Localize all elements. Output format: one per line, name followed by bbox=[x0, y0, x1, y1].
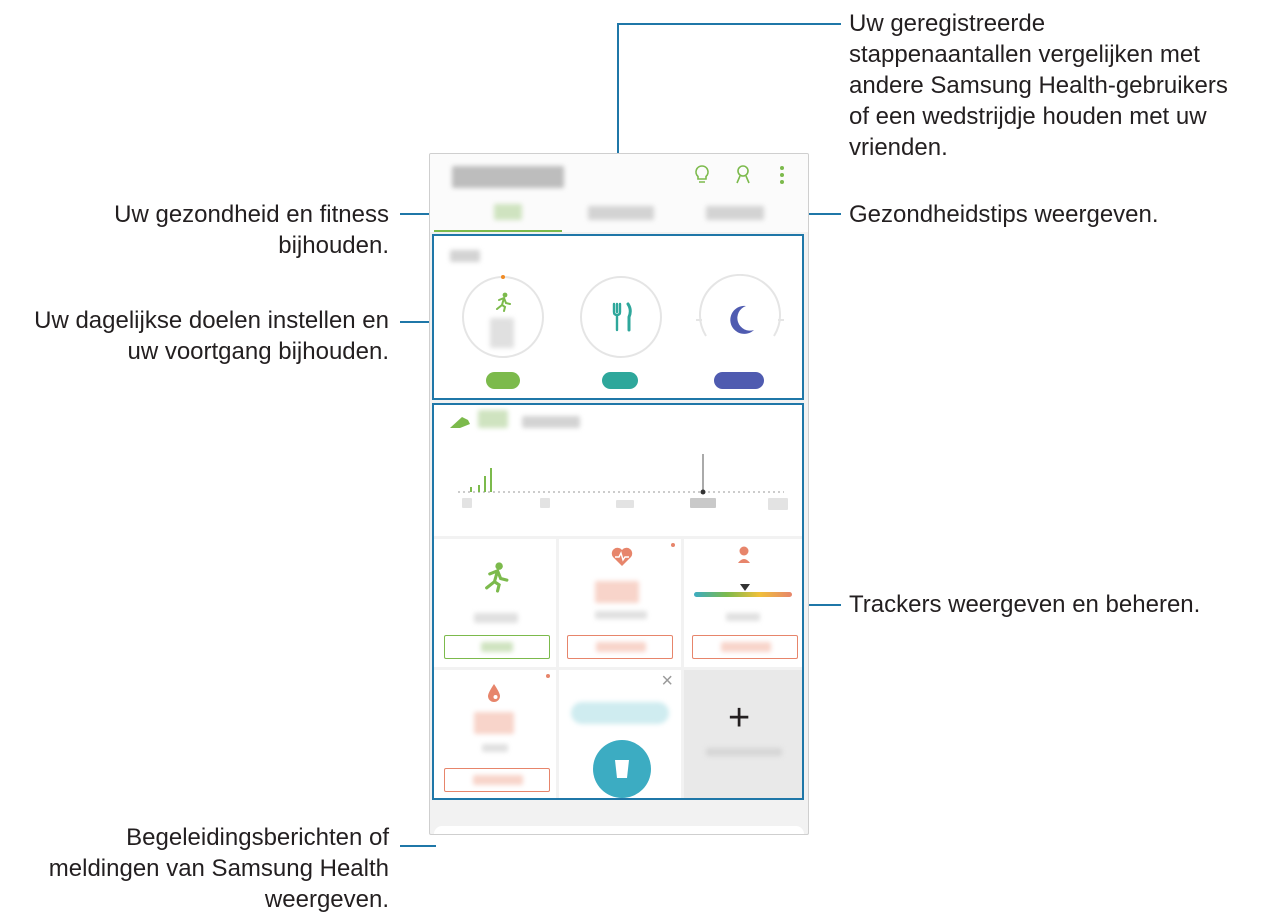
callout-track-health: Uw gezondheid en fitness bijhouden. bbox=[114, 201, 389, 259]
leader-notifications bbox=[400, 845, 436, 847]
leader-compare-h bbox=[617, 23, 841, 25]
app-header bbox=[430, 154, 808, 232]
highlight-daily-goals bbox=[432, 234, 804, 400]
lightbulb-icon[interactable] bbox=[692, 164, 712, 191]
tab-indicator bbox=[434, 230, 562, 232]
more-vertical-icon[interactable] bbox=[779, 165, 785, 190]
callout-trackers: Trackers weergeven en beheren. bbox=[849, 591, 1201, 618]
callout-health-tips: Gezondheidstips weergeven. bbox=[849, 201, 1159, 228]
tab-discover[interactable] bbox=[706, 206, 764, 220]
callout-notifications: Begeleidingsberichten of meldingen van S… bbox=[48, 824, 389, 913]
tab-together[interactable] bbox=[588, 206, 654, 220]
callout-compare-steps: Uw geregistreerde stappenaantallen verge… bbox=[849, 10, 1228, 161]
highlight-trackers bbox=[432, 403, 804, 800]
callout-daily-goals: Uw dagelijkse doelen instellen en uw voo… bbox=[34, 307, 389, 365]
tab-home[interactable] bbox=[494, 204, 522, 220]
notification-bar[interactable] bbox=[434, 826, 804, 834]
people-icon[interactable] bbox=[732, 164, 754, 191]
app-title bbox=[452, 166, 564, 188]
